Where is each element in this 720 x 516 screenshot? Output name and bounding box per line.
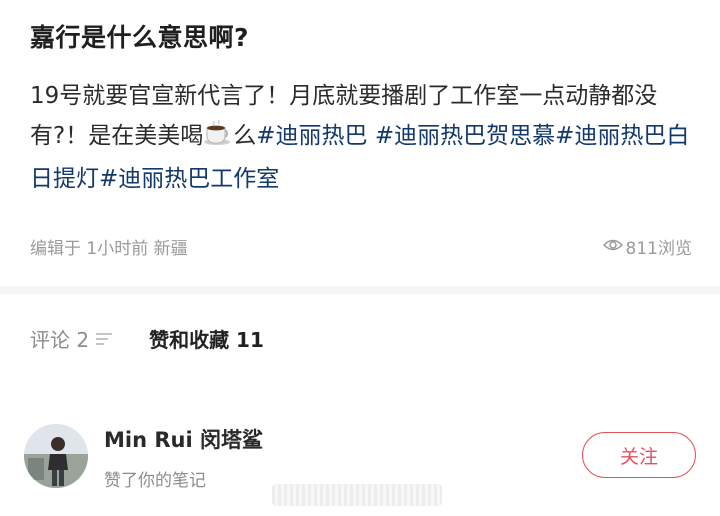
avatar[interactable] [24,424,88,488]
post-meta: 编辑于 1小时前 新疆 [30,239,188,259]
view-count: 811浏览 [602,234,692,259]
eye-icon [602,237,623,257]
interaction-tabs: 评论 2 赞和收藏 11 [30,324,264,353]
hashtag-link[interactable]: #迪丽热巴贺思慕 [375,123,555,149]
tab-comments-label: 评论 2 [30,328,90,352]
follow-button[interactable]: 关注 [582,432,696,478]
notification-row[interactable]: Min Rui 闵塔鲨 赞了你的笔记 关注 [24,420,704,492]
user-action: 赞了你的笔记 [104,471,206,491]
watermark [272,484,442,506]
tab-comments[interactable]: 评论 2 [30,324,113,353]
hashtag-link[interactable]: #迪丽热巴 [256,123,367,149]
post-title: 嘉行是什么意思啊? [30,23,250,52]
coffee-icon [203,119,233,159]
post-body: 19号就要官宣新代言了！月底就要播剧了工作室一点动静都没有?！是在美美喝 么#迪丽… [30,76,690,199]
section-divider [0,286,720,294]
view-count-text: 811浏览 [625,239,692,259]
hashtag-link[interactable]: #迪丽热巴工作室 [99,166,279,192]
user-name[interactable]: Min Rui 闵塔鲨 [104,424,263,454]
tab-likes-favorites[interactable]: 赞和收藏 11 [149,324,264,353]
sort-icon [95,327,113,351]
post-text-end: 么 [233,123,257,149]
